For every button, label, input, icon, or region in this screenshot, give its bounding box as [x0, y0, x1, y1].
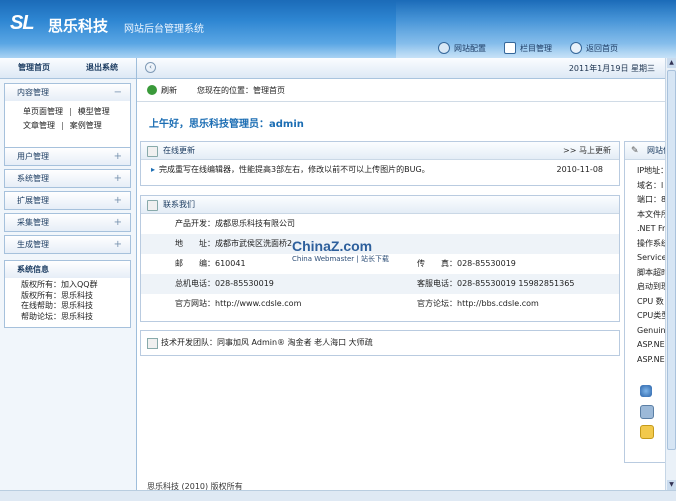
watermark-logo: ChinaZ.com — [292, 238, 373, 254]
separator: | — [61, 121, 64, 130]
sysinfo-line: 帮助论坛：思乐科技 — [21, 311, 93, 321]
sidebar-toggle-icon[interactable]: ‹ — [145, 62, 156, 73]
menu-title: 生成管理 — [17, 240, 49, 249]
logout-link[interactable]: 退出系统 — [68, 58, 136, 78]
nav-home[interactable]: 返回首页 — [570, 40, 618, 56]
update-panel: 在线更新 >> 马上更新 ▸ 完成重写在线编辑器，性能提高3部左右，修改以前不可以… — [140, 141, 620, 186]
globe-icon[interactable] — [640, 385, 652, 397]
contact-cell: 邮 编：610041 — [175, 259, 246, 268]
logo-mark: SL — [10, 12, 35, 34]
scroll-up-icon[interactable]: ▲ — [667, 58, 676, 68]
contact-cell: 客服电话：028-85530019 15982851365 — [417, 279, 575, 288]
panel-title: 在线更新 — [163, 146, 195, 155]
expand-icon: + — [113, 195, 122, 206]
sysinfo-line: 版权所有：思乐科技 — [21, 290, 93, 300]
location-bar: 刷新 您现在的位置：管理首页 — [137, 79, 665, 102]
menu-system[interactable]: 系统管理 + — [4, 169, 131, 188]
nav-label: 栏目管理 — [520, 43, 552, 53]
update-item[interactable]: ▸ 完成重写在线编辑器，性能提高3部左右，修改以前不可以上传图片的BUG。 201… — [141, 160, 619, 180]
home-icon — [570, 42, 582, 54]
greeting-text: 上午好，思乐科技管理员：admin — [149, 119, 304, 130]
watermark-subtext: China Webmaster | 站长下载 — [292, 255, 389, 263]
menu-title: 扩展管理 — [17, 196, 49, 205]
main-topbar: ‹ 2011年1月19日 星期三 — [137, 58, 665, 79]
expand-icon: + — [113, 173, 122, 184]
expand-icon: + — [113, 239, 122, 250]
sysinfo-line: 在线帮助：思乐科技 — [21, 301, 93, 310]
content-menu-header[interactable]: 内容管理 − — [5, 84, 130, 101]
menu-extend[interactable]: 扩展管理 + — [4, 191, 131, 210]
forum-link[interactable]: 官方论坛：http://bbs.cdsle.com — [417, 294, 539, 314]
nav-column-manage[interactable]: 栏目管理 — [504, 40, 552, 56]
refresh-icon[interactable] — [147, 85, 157, 95]
single-page-link[interactable]: 单页面管理 — [23, 107, 63, 116]
bullet-icon: ▸ — [151, 165, 156, 174]
admin-home-link[interactable]: 管理首页 — [0, 58, 68, 78]
website-link[interactable]: 官方网站：http://www.cdsle.com — [175, 294, 301, 314]
contact-panel-header: 联系我们 — [141, 196, 619, 214]
expand-icon: + — [113, 217, 122, 228]
team-icon — [147, 338, 158, 349]
nav-label: 网站配置 — [454, 43, 486, 53]
contact-cell: 产品开发：成都思乐科技有限公司 — [175, 219, 295, 228]
document-icon — [147, 146, 158, 157]
expand-icon: + — [113, 151, 122, 162]
model-link[interactable]: 模型管理 — [78, 107, 110, 116]
collapse-icon: − — [113, 87, 122, 98]
left-sidebar: 管理首页 退出系统 内容管理 − 单页面管理 | 模型管理 文章管理 | 案例管理 用户… — [0, 58, 137, 500]
team-text: 技术开发团队：同事加风 Admin® 淘金者 老人海口 大师疏 — [161, 338, 373, 347]
menu-title: 系统管理 — [17, 174, 49, 183]
content-menu-body: 单页面管理 | 模型管理 文章管理 | 案例管理 — [5, 101, 130, 137]
contact-row: 官方网站：http://www.cdsle.com 官方论坛：http://bbs… — [141, 294, 619, 314]
column-icon — [504, 42, 516, 54]
current-date: 2011年1月19日 星期三 — [568, 64, 655, 73]
update-date: 2010-11-08 — [556, 165, 604, 174]
contact-row: 产品开发：成都思乐科技有限公司 — [141, 214, 619, 234]
vertical-scrollbar[interactable]: ▲ ▼ — [665, 58, 676, 490]
contact-cell: 地 址：成都市武侯区洗面桥2 — [175, 239, 293, 248]
menu-user[interactable]: 用户管理 + — [4, 147, 131, 166]
update-now-link[interactable]: >> 马上更新 — [563, 142, 611, 159]
separator: | — [69, 107, 72, 116]
scroll-thumb[interactable] — [667, 70, 676, 450]
top-nav: 网站配置 栏目管理 返回首页 — [438, 40, 618, 56]
article-link[interactable]: 文章管理 — [23, 121, 55, 130]
content-menu: 内容管理 − 单页面管理 | 模型管理 文章管理 | 案例管理 — [4, 83, 131, 149]
nav-site-config[interactable]: 网站配置 — [438, 40, 486, 56]
mail-icon[interactable] — [640, 425, 654, 439]
left-top-links: 管理首页 退出系统 — [0, 58, 136, 79]
menu-title: 采集管理 — [17, 218, 49, 227]
refresh-button[interactable]: 刷新 — [161, 85, 177, 96]
header-banner: SL 思乐科技 网站后台管理系统 网站配置 栏目管理 返回首页 — [0, 0, 676, 58]
logo-text: 思乐科技 — [48, 17, 109, 35]
update-text: 完成重写在线编辑器，性能提高3部左右，修改以前不可以上传图片的BUG。 — [159, 165, 430, 174]
menu-generate[interactable]: 生成管理 + — [4, 235, 131, 254]
sysinfo-line: 版权所有：加入QQ群 — [21, 280, 98, 289]
update-panel-header: 在线更新 >> 马上更新 — [141, 142, 619, 160]
team-panel: 技术开发团队：同事加风 Admin® 淘金者 老人海口 大师疏 — [140, 330, 620, 356]
contact-row: 总机电话：028-85530019 客服电话：028-85530019 15982… — [141, 274, 619, 294]
contact-row: 地 址：成都市武侯区洗面桥2 — [141, 234, 619, 254]
menu-title: 内容管理 — [17, 88, 49, 97]
panel-title: 联系我们 — [163, 200, 195, 209]
monitor-icon[interactable] — [640, 405, 654, 419]
menu-title: 用户管理 — [17, 152, 49, 161]
contact-icon — [147, 200, 158, 211]
system-title: 网站后台管理系统 — [124, 24, 204, 35]
menu-collect[interactable]: 采集管理 + — [4, 213, 131, 232]
horizontal-scrollbar[interactable] — [0, 490, 676, 501]
settings-icon — [438, 42, 450, 54]
sysinfo-title: 系统信息 — [5, 261, 130, 278]
scroll-down-icon[interactable]: ▼ — [667, 480, 676, 490]
case-link[interactable]: 案例管理 — [70, 121, 102, 130]
contact-cell: 传 真：028-85530019 — [417, 259, 516, 268]
nav-label: 返回首页 — [586, 43, 618, 53]
breadcrumb: 您现在的位置：管理首页 — [197, 86, 285, 95]
contact-cell: 总机电话：028-85530019 — [175, 279, 274, 288]
tools-icon: ✎ — [631, 146, 639, 156]
system-info-box: 系统信息 版权所有：加入QQ群 版权所有：思乐科技 在线帮助：思乐科技 帮助论坛… — [4, 260, 131, 328]
